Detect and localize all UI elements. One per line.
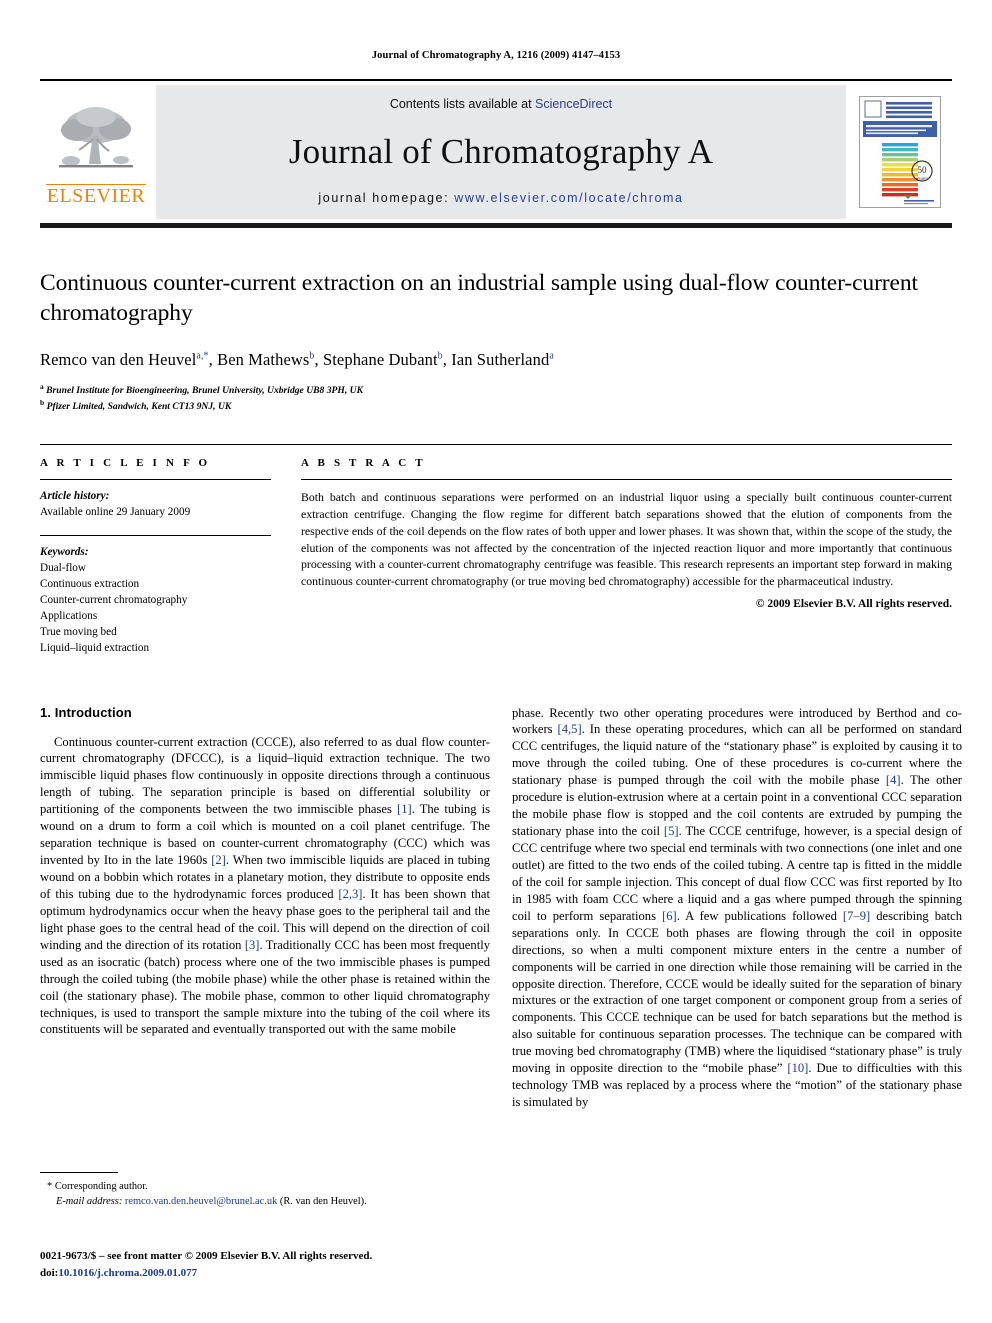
corresponding-text: Corresponding author. (54, 1181, 148, 1193)
affiliation-mark: a (40, 382, 44, 392)
citation-reference[interactable]: [5] (664, 824, 679, 838)
affiliation-a: a Brunel Institute for Bioengineering, B… (40, 382, 952, 398)
info-abstract-panel: A R T I C L E I N F O Article history: A… (40, 444, 952, 670)
keywords-label: Keywords: (40, 546, 89, 559)
affiliation-text: Pfizer Limited, Sandwich, Kent CT13 9NJ,… (46, 401, 232, 413)
contents-prefix: Contents lists available at (389, 97, 536, 111)
article-history-label: Article history: (40, 490, 110, 503)
email-address-link[interactable]: remco.van.den.heuvel@brunel.ac.uk (125, 1196, 277, 1207)
author-marks: a (549, 350, 554, 362)
doi-link[interactable]: 10.1016/j.chroma.2009.01.077 (58, 1267, 197, 1279)
author-list: Remco van den Heuvela,*, Ben Mathewsb, S… (40, 350, 554, 370)
article-title: Continuous counter-current extraction on… (40, 270, 918, 327)
author-name: Stephane Dubant (322, 350, 438, 370)
email-note: E-mail address: remco.van.den.heuvel@bru… (40, 1194, 490, 1209)
journal-homepage-line: journal homepage: www.elsevier.com/locat… (318, 191, 683, 205)
citation-reference[interactable]: [1] (397, 802, 412, 816)
citation-reference[interactable]: [2,3] (338, 887, 362, 901)
article-history-group: Article history: Available online 29 Jan… (40, 489, 271, 521)
keyword-item: Applications (40, 609, 98, 622)
journal-cover-artwork-icon: 50 YEARS (860, 97, 940, 207)
abstract-column: A B S T R A C T Both batch and continuou… (295, 457, 952, 670)
keywords-group: Keywords: Dual-flow Continuous extractio… (40, 545, 271, 656)
author-name: Remco van den Heuvel (40, 350, 197, 370)
citation-reference[interactable]: [10] (787, 1061, 808, 1075)
body-paragraph: phase. Recently two other operating proc… (512, 705, 962, 1110)
journal-masthead: ELSEVIER Contents lists available at Sci… (40, 79, 952, 228)
citation-reference[interactable]: [7–9] (843, 909, 870, 923)
elsevier-wordmark: ELSEVIER (46, 183, 146, 207)
body-paragraph: Continuous counter-current extraction (C… (40, 734, 491, 1037)
abstract-text: Both batch and continuous separations we… (301, 490, 952, 589)
doi-prefix: doi: (40, 1266, 59, 1279)
keyword-item: Liquid–liquid extraction (40, 641, 150, 654)
citation-reference[interactable]: [6] (662, 909, 677, 923)
keyword-item: Counter-current chromatography (40, 593, 188, 606)
journal-cover-thumbnail: 50 YEARS (859, 96, 941, 208)
citation-reference[interactable]: [4] (886, 773, 901, 787)
citation-reference[interactable]: [2] (211, 853, 226, 867)
author-marks: b (309, 350, 315, 362)
keyword-item: Dual-flow (40, 562, 86, 575)
doi-line: doi:10.1016/j.chroma.2009.01.077 (40, 1265, 372, 1282)
author-marks: a,* (196, 350, 209, 362)
affiliation-mark: b (40, 398, 45, 408)
affiliation-text: Brunel Institute for Bioengineering, Bru… (46, 385, 363, 397)
body-columns: 1. Introduction Continuous counter-curre… (40, 705, 962, 1210)
elsevier-tree-icon (59, 106, 133, 167)
homepage-prefix: journal homepage: (318, 191, 455, 205)
svg-text:YEARS: YEARS (916, 177, 928, 181)
abstract-rule (301, 479, 952, 481)
elsevier-logo: ELSEVIER (40, 81, 152, 223)
corresponding-marker: * (47, 1181, 53, 1193)
section-heading-introduction: 1. Introduction (40, 704, 132, 720)
email-label: E-mail address: (56, 1196, 123, 1208)
contents-available-line: Contents lists available at ScienceDirec… (390, 97, 612, 111)
body-column-left: 1. Introduction Continuous counter-curre… (40, 705, 490, 1210)
article-info-heading: A R T I C L E I N F O (40, 457, 211, 470)
affiliation-b: b Pfizer Limited, Sandwich, Kent CT13 9N… (40, 398, 952, 414)
journal-cover-container: 50 YEARS (848, 81, 952, 223)
running-head: Journal of Chromatography A, 1216 (2009)… (371, 50, 621, 61)
journal-homepage-link[interactable]: www.elsevier.com/locate/chroma (454, 191, 683, 205)
issn-copyright-line: 0021-9673/$ – see front matter © 2009 El… (40, 1250, 373, 1262)
author-name: Ben Mathews (217, 350, 310, 370)
svg-text:50: 50 (918, 165, 928, 175)
citation-reference[interactable]: [3] (245, 938, 260, 952)
sciencedirect-link[interactable]: ScienceDirect (535, 97, 612, 111)
corresponding-author-note: * Corresponding author. (40, 1179, 490, 1194)
abstract-copyright: © 2009 Elsevier B.V. All rights reserved… (755, 597, 952, 610)
page-footer: 0021-9673/$ – see front matter © 2009 El… (40, 1248, 372, 1281)
journal-title: Journal of Chromatography A (288, 131, 714, 171)
keyword-item: Continuous extraction (40, 577, 140, 590)
article-header: Continuous counter-current extraction on… (40, 228, 952, 414)
email-owner: (R. van den Heuvel). (279, 1196, 367, 1208)
masthead-band: Contents lists available at ScienceDirec… (156, 85, 846, 219)
footnote-rule (40, 1172, 118, 1174)
article-info-column: A R T I C L E I N F O Article history: A… (40, 457, 295, 670)
keyword-item: True moving bed (40, 625, 117, 638)
citation-reference[interactable]: [4,5] (558, 722, 582, 736)
article-info-rule-mid (40, 535, 271, 537)
article-page: Journal of Chromatography A, 1216 (2009)… (0, 0, 992, 1323)
abstract-heading: A B S T R A C T (301, 457, 426, 470)
article-history-value: Available online 29 January 2009 (40, 506, 191, 519)
footnote-block: * Corresponding author. E-mail address: … (40, 1172, 490, 1209)
article-info-rule-top (40, 479, 271, 481)
author-marks: b (437, 350, 443, 362)
author-name: Ian Sutherland (451, 350, 550, 370)
body-column-right: phase. Recently two other operating proc… (512, 705, 962, 1210)
